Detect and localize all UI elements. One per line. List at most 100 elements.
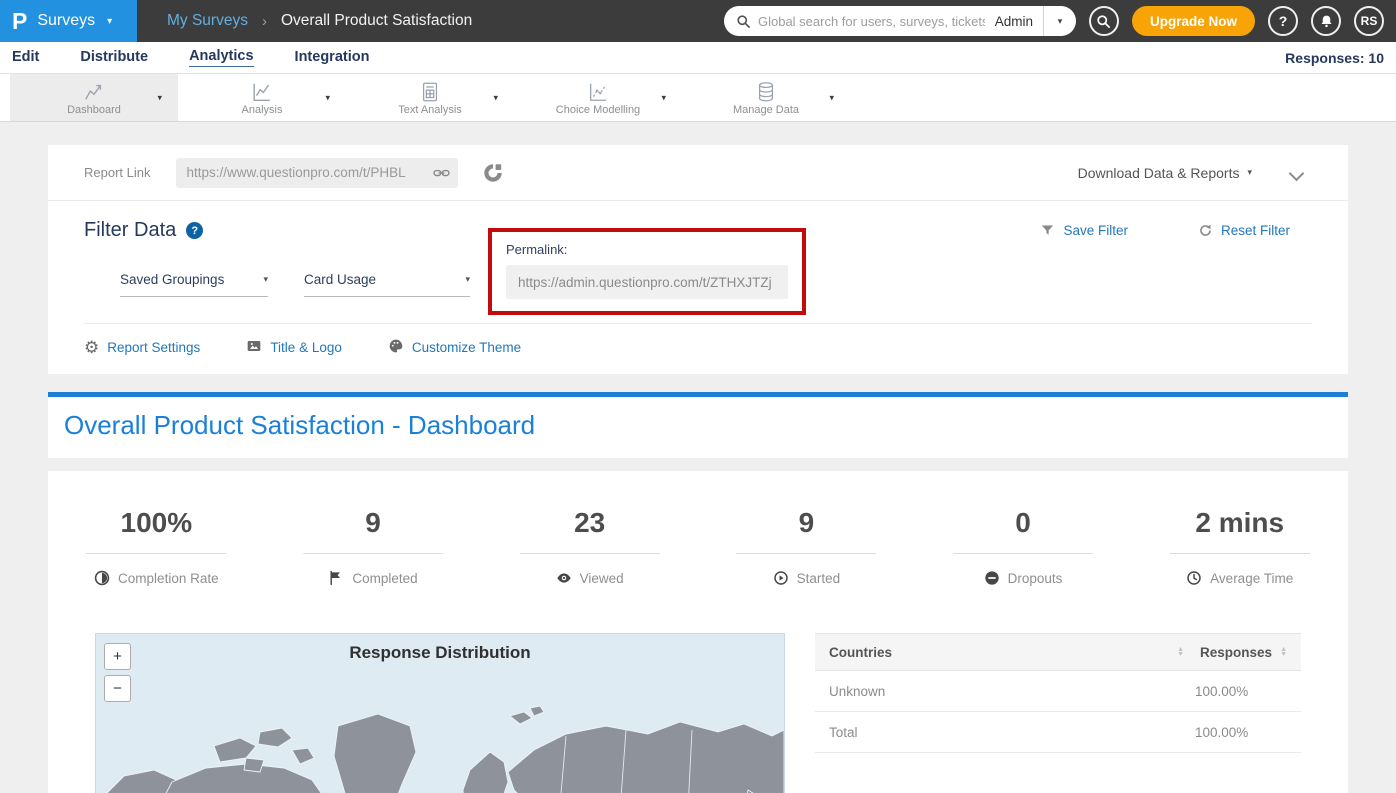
breadcrumb: My Surveys › Overall Product Satisfactio… [167,12,472,30]
collapse-panel-chevron-icon[interactable] [1290,166,1304,180]
card-usage-value: Card Usage [304,272,376,287]
table-row: Unknown 100.00% [815,671,1301,712]
table-row: Total 100.00% [815,712,1301,753]
stat-average-time: 2 mins Average Time [1131,507,1348,591]
report-config-links: ⚙ Report Settings Title & Logo Customize… [48,324,1348,374]
report-settings-button[interactable]: ⚙ Report Settings [84,339,200,356]
app-menu-label: Surveys [37,12,95,30]
image-icon [246,338,262,357]
help-button[interactable]: ? [1268,6,1298,36]
gear-icon: ⚙ [84,339,99,356]
tab-label: Text Analysis [398,104,462,116]
save-filter-label: Save Filter [1063,223,1128,238]
analytics-toolbar: Dashboard ▾ Analysis ▾ Text Analysis ▾ C… [0,74,1396,122]
stat-label: Average Time [1210,571,1293,586]
sort-icon[interactable]: ▲▼ [1177,647,1184,657]
sort-icon[interactable]: ▲▼ [1280,647,1287,657]
tab-dashboard[interactable]: Dashboard ▾ [10,74,178,121]
responses-column-header[interactable]: Responses [1200,645,1272,660]
divider [736,553,876,554]
caret-down-icon: ▾ [1058,16,1063,27]
filter-help-icon[interactable]: ? [186,222,203,239]
upgrade-now-button[interactable]: Upgrade Now [1132,6,1255,36]
survey-stats-row: 100% Completion Rate 9 Completed 23 [48,507,1348,591]
survey-section-nav: Edit Distribute Analytics Integration Re… [0,42,1396,74]
stat-completion-rate: 100% Completion Rate [48,507,265,591]
permalink-input[interactable] [506,265,788,299]
tab-analysis[interactable]: Analysis ▾ [178,74,346,121]
search-button[interactable] [1089,6,1119,36]
nav-edit[interactable]: Edit [12,49,39,67]
line-chart-icon [82,79,106,103]
eye-icon [556,570,572,586]
app-menu-surveys[interactable]: P Surveys ▾ [0,0,137,42]
download-data-reports-button[interactable]: Download Data & Reports ▾ [1078,165,1252,181]
tab-manage-data[interactable]: Manage Data ▾ [682,74,850,121]
search-scope-dropdown[interactable]: ▾ [1043,6,1076,36]
caret-down-icon[interactable]: ▾ [661,92,666,103]
divider [520,553,660,554]
page-title: Overall Product Satisfaction - Dashboard [64,410,1332,441]
caret-down-icon[interactable]: ▾ [157,92,162,103]
stat-value: 0 [915,507,1132,539]
nav-analytics[interactable]: Analytics [189,48,253,67]
caret-down-icon[interactable]: ▾ [325,92,330,103]
palette-icon [388,338,404,357]
report-link-row: Report Link Download Data & Reports ▾ [48,145,1348,201]
saved-groupings-select[interactable]: Saved Groupings ▾ [120,272,268,297]
breadcrumb-my-surveys[interactable]: My Surveys [167,12,248,30]
permalink-label: Permalink: [506,242,788,257]
caret-down-icon: ▾ [465,274,470,285]
global-search: Admin ▾ [724,6,1076,36]
funnel-icon [1040,223,1055,238]
card-usage-select[interactable]: Card Usage ▾ [304,272,470,297]
countries-table-header: Countries ▲▼ Responses ▲▼ [815,633,1301,671]
responses-cell: 100.00% [1195,725,1287,740]
notifications-button[interactable] [1311,6,1341,36]
caret-down-icon[interactable]: ▾ [493,92,498,103]
qr-code-icon[interactable] [482,162,504,184]
dashboard-panel: 100% Completion Rate 9 Completed 23 [48,471,1348,793]
stat-value: 23 [481,507,698,539]
question-mark-icon: ? [1279,13,1288,29]
play-circle-icon [773,570,789,586]
country-cell: Unknown [829,684,1195,699]
title-logo-button[interactable]: Title & Logo [246,338,342,357]
map-zoom-in-button[interactable]: + [104,643,131,670]
customize-theme-button[interactable]: Customize Theme [388,338,521,357]
choice-modelling-chart-icon [586,79,610,103]
clock-icon [1186,570,1202,586]
countries-column-header[interactable]: Countries [829,645,1177,660]
caret-down-icon: ▾ [107,16,112,27]
stat-value: 100% [48,507,265,539]
contrast-circle-icon [94,570,110,586]
tab-text-analysis[interactable]: Text Analysis ▾ [346,74,514,121]
tab-choice-modelling[interactable]: Choice Modelling ▾ [514,74,682,121]
download-label: Download Data & Reports [1078,165,1240,181]
breadcrumb-current-survey: Overall Product Satisfaction [281,12,472,30]
filter-data-title: Filter Data [84,219,176,242]
world-map[interactable] [96,678,784,793]
country-cell: Total [829,725,1195,740]
divider [953,553,1093,554]
reset-filter-button[interactable]: Reset Filter [1198,223,1290,238]
stat-started: 9 Started [698,507,915,591]
stat-viewed: 23 Viewed [481,507,698,591]
stat-completed: 9 Completed [265,507,482,591]
link-icon[interactable] [433,164,450,181]
caret-down-icon[interactable]: ▾ [829,92,834,103]
user-avatar[interactable]: RS [1354,6,1384,36]
bell-icon [1319,14,1334,29]
nav-distribute[interactable]: Distribute [80,49,148,67]
tab-label: Analysis [242,104,283,116]
search-scope-label: Admin [985,14,1043,29]
map-title: Response Distribution [96,643,784,663]
global-search-input[interactable] [758,14,985,29]
main-content: Report Link Download Data & Reports ▾ Fi… [0,145,1396,793]
caret-down-icon: ▾ [1247,167,1252,178]
questionpro-logo-icon: P [12,10,27,33]
save-filter-button[interactable]: Save Filter [1040,223,1128,238]
stat-label: Viewed [580,571,624,586]
nav-integration[interactable]: Integration [295,49,370,67]
report-link-input[interactable] [176,158,458,188]
